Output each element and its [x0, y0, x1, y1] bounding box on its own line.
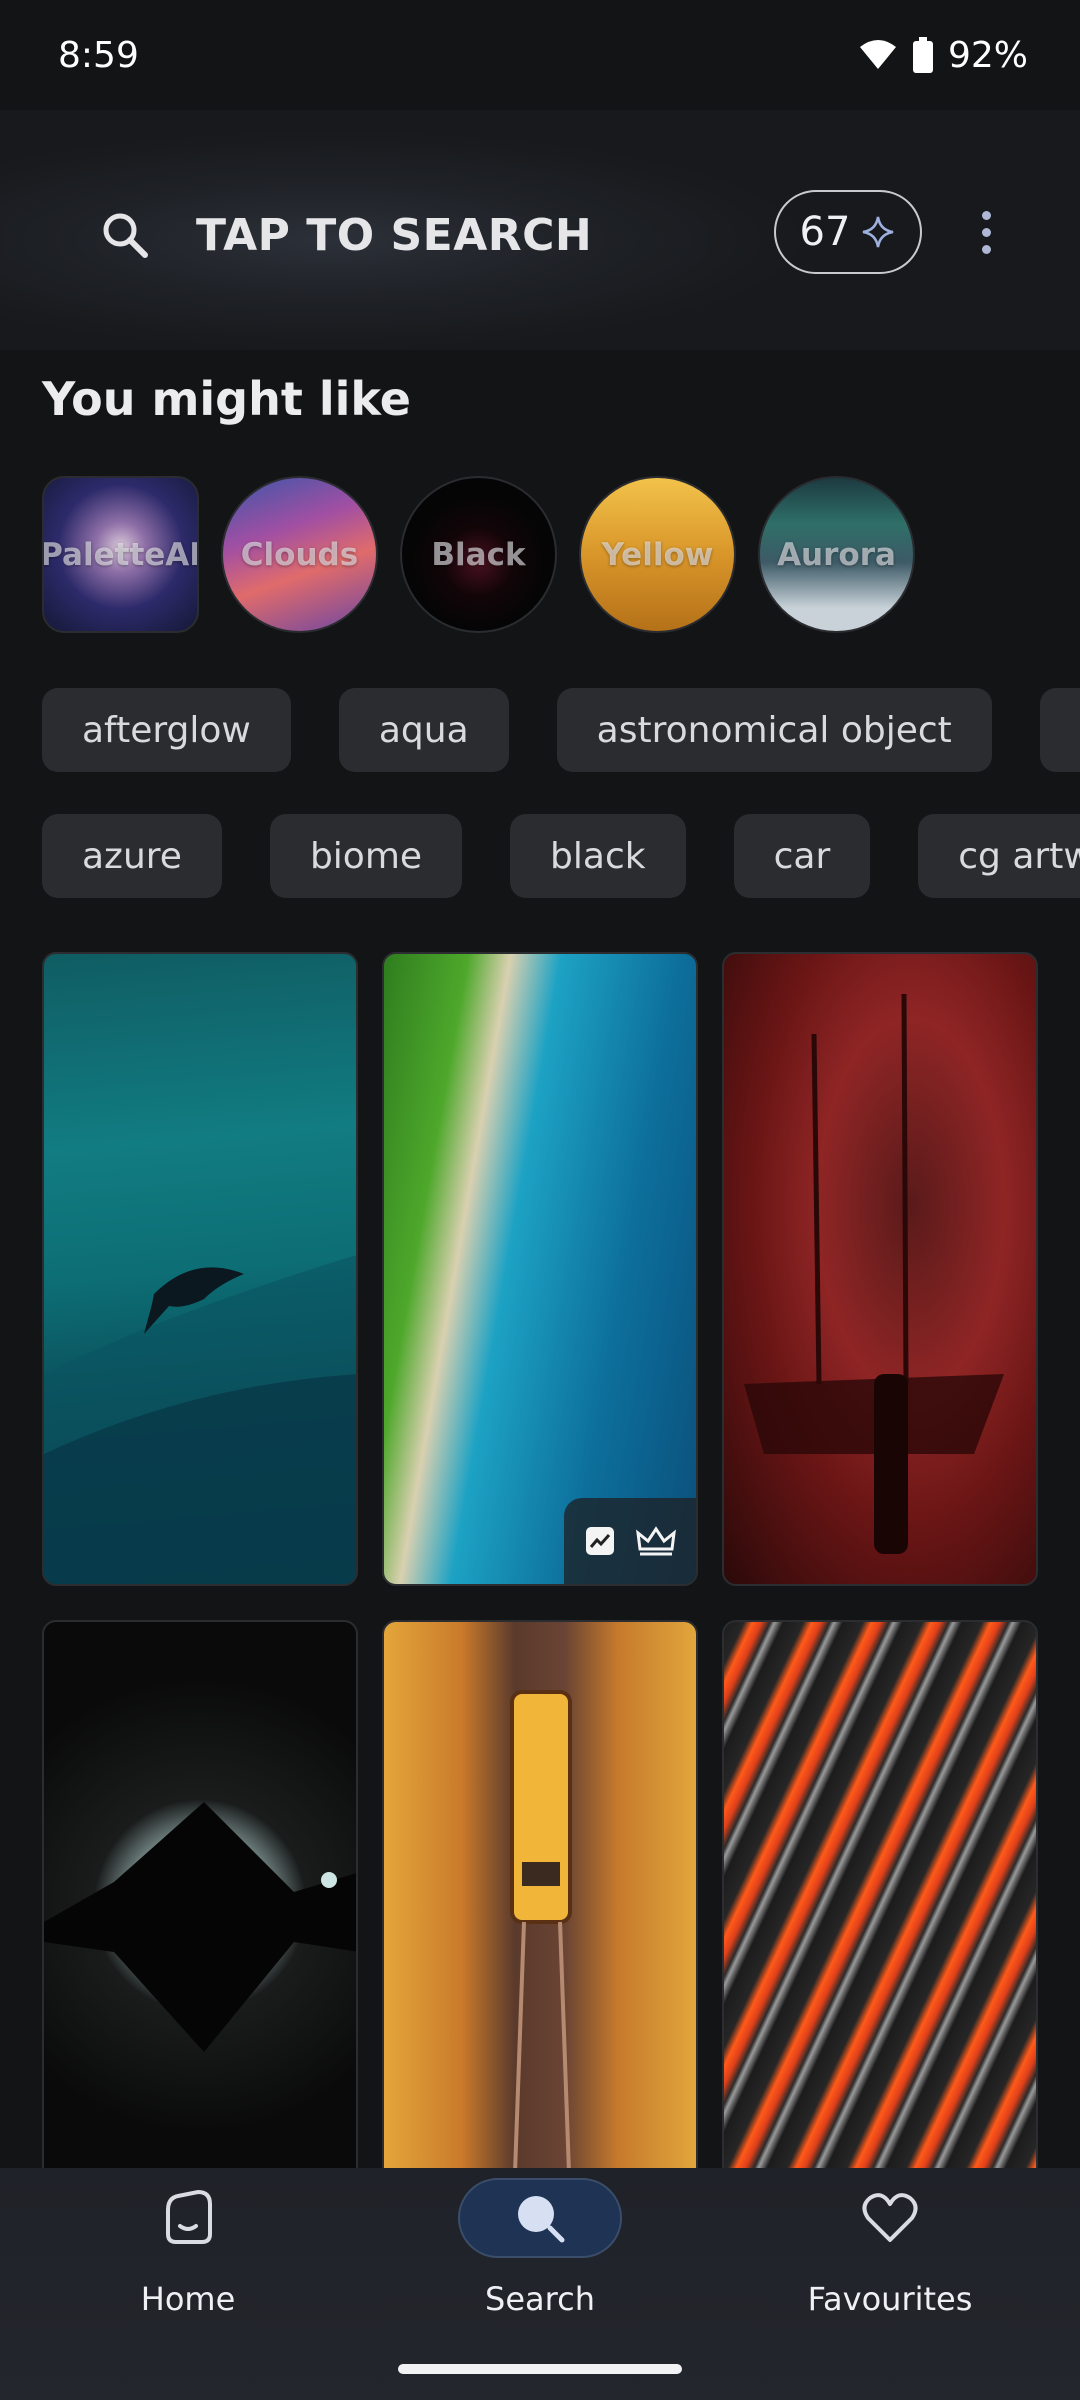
tag-chip[interactable]: azure [42, 814, 222, 898]
nav-label: Search [485, 2280, 595, 2318]
nav-favourites[interactable]: Favourites [760, 2168, 1020, 2338]
nav-icon-container [458, 2178, 622, 2258]
nav-icon-container [106, 2178, 270, 2258]
trending-icon [586, 1527, 614, 1555]
search-icon [103, 213, 148, 258]
tag-row-2: azure biome black car cg artw [42, 814, 1080, 898]
status-time: 8:59 [58, 34, 139, 76]
ship-silhouette [744, 993, 1004, 1554]
tag-chip-partial[interactable] [1039, 688, 1080, 772]
collection-label: Black [431, 536, 526, 573]
nav-label: Favourites [807, 2280, 973, 2318]
gesture-home-indicator[interactable] [398, 2364, 682, 2374]
search-placeholder: TAP TO SEARCH [196, 209, 593, 261]
credits-button[interactable]: 67 [774, 190, 922, 274]
nav-home[interactable]: Home [58, 2168, 318, 2338]
collection-label: Clouds [240, 536, 359, 573]
search-icon [518, 2196, 565, 2243]
more-dot [981, 227, 991, 237]
collection-label: Aurora [777, 536, 896, 573]
heart-icon [862, 2193, 918, 2242]
sparkle-icon [863, 216, 894, 248]
tag-chip[interactable]: aqua [338, 688, 509, 772]
wifi-icon [859, 40, 896, 69]
collection-label: Yellow [601, 536, 714, 573]
wallpaper-lava[interactable] [722, 1620, 1038, 2254]
status-icons: 92% [858, 35, 1028, 76]
nav-icon-container [808, 2178, 972, 2258]
nav-search[interactable]: Search [410, 2168, 670, 2338]
tag-chip[interactable]: black [510, 814, 686, 898]
top-app-bar: TAP TO SEARCH 67 [0, 110, 1080, 350]
tag-chip[interactable]: astronomical object [556, 688, 992, 772]
credits-count: 67 [799, 209, 851, 255]
battery-percent: 92% [947, 34, 1028, 76]
wallpaper-ship[interactable] [722, 952, 1038, 1586]
shark-silhouette [44, 1255, 356, 1584]
status-bar: 8:59 92% [0, 0, 1080, 110]
collection-black[interactable]: Black [400, 476, 557, 633]
collection-aurora[interactable]: Aurora [758, 476, 915, 633]
wallpaper-shark[interactable] [42, 952, 358, 1586]
collection-clouds[interactable]: Clouds [221, 476, 378, 633]
tag-chip[interactable]: biome [269, 814, 463, 898]
tag-chip[interactable]: car [733, 814, 871, 898]
section-title: You might like [42, 372, 411, 426]
collection-label: PaletteAI [42, 536, 199, 573]
tag-chip[interactable]: cg artw [918, 814, 1080, 898]
collection-yellow[interactable]: Yellow [579, 476, 736, 633]
wallpaper-coast[interactable] [382, 952, 698, 1586]
battery-icon [912, 37, 933, 73]
more-dot [981, 210, 991, 220]
collection-row: PaletteAI Clouds Black Yellow Aurora [42, 476, 915, 636]
more-dot [981, 244, 991, 254]
tag-row-1: afterglow aqua astronomical object [42, 688, 1080, 772]
wallpaper-train[interactable] [382, 1620, 698, 2254]
crown-icon [636, 1526, 676, 1556]
wallpaper-badges [564, 1498, 696, 1584]
nav-label: Home [140, 2280, 236, 2318]
tag-chip[interactable]: afterglow [42, 688, 291, 772]
collection-paletteai[interactable]: PaletteAI [42, 476, 199, 633]
wallpaper-moon[interactable] [42, 1620, 358, 2254]
search-bar[interactable]: TAP TO SEARCH [78, 180, 698, 290]
home-face-icon [166, 2189, 212, 2244]
wallpaper-grid [42, 952, 1038, 2254]
mountain-silhouette [44, 1802, 356, 2052]
more-options-button[interactable] [970, 200, 1002, 264]
train-illustration [510, 1690, 574, 2252]
